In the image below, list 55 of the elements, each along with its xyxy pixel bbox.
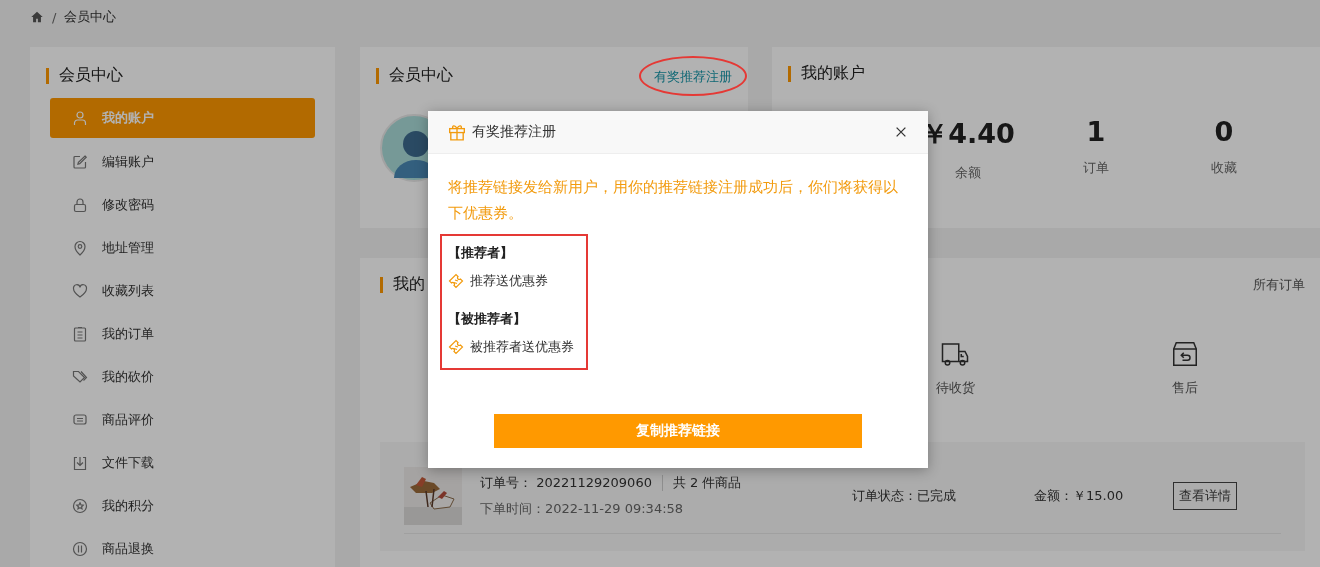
sidebar-item[interactable]: 商品评价 — [50, 398, 315, 441]
sidebar-item[interactable]: 文件下载 — [50, 441, 315, 484]
download-icon — [72, 454, 88, 471]
sidebar-item[interactable]: 商品退换 — [50, 527, 315, 567]
order-time: 下单时间：2022-11-29 09:34:58 — [480, 500, 685, 518]
sidebar-item[interactable]: 修改密码 — [50, 183, 315, 226]
view-details-button[interactable]: 查看详情 — [1173, 482, 1237, 510]
panel-title: 会员中心 — [59, 65, 123, 86]
clipboard-icon — [72, 325, 88, 342]
breadcrumb-separator: / — [52, 9, 57, 25]
coupon-label: 推荐送优惠券 — [470, 272, 548, 290]
sidebar-item[interactable]: 我的砍价 — [50, 355, 315, 398]
return-box-icon — [1170, 339, 1200, 369]
dialog-message: 将推荐链接发给新用户，用你的推荐链接注册成功后，你们将获得以下优惠券。 — [448, 177, 899, 224]
close-button[interactable] — [894, 125, 908, 139]
dialog-title: 有奖推荐注册 — [472, 123, 557, 141]
tags-icon — [72, 368, 88, 385]
location-pin-icon — [72, 239, 88, 256]
card-title: 会员中心 — [389, 65, 453, 86]
coupon-label: 被推荐者送优惠券 — [470, 338, 574, 356]
sidebar-item[interactable]: 收藏列表 — [50, 269, 315, 312]
group-heading: 【被推荐者】 — [448, 310, 527, 328]
card-title: 我的 — [393, 274, 425, 295]
order-amount: 金额：￥15.00 — [1034, 487, 1125, 505]
user-icon — [72, 110, 88, 126]
stat-label: 余额 — [955, 164, 981, 182]
order-number: 订单号： 20221129209060 — [480, 474, 652, 492]
stat-value: 0 — [1214, 116, 1234, 147]
all-orders-link[interactable]: 所有订单 — [1253, 275, 1305, 294]
sidebar-item[interactable]: 编辑账户 — [50, 140, 315, 183]
group-heading: 【推荐者】 — [448, 244, 514, 262]
stat-value: 1 — [1086, 116, 1106, 147]
status-label[interactable]: 待收货 — [935, 379, 975, 397]
gift-icon — [448, 123, 466, 141]
order-status: 订单状态：已完成 — [852, 487, 957, 505]
comment-icon — [72, 411, 88, 428]
item-count: 共 2 件商品 — [672, 474, 742, 492]
close-icon — [894, 125, 908, 139]
sidebar-item[interactable]: 我的订单 — [50, 312, 315, 355]
card-title: 我的账户 — [801, 63, 865, 84]
stat-label: 订单 — [1083, 159, 1109, 177]
home-icon — [30, 10, 44, 24]
heart-icon — [72, 282, 88, 299]
exchange-icon — [72, 540, 88, 557]
breadcrumb-link[interactable]: 会员中心 — [64, 8, 117, 26]
sidebar-item[interactable]: 地址管理 — [50, 226, 315, 269]
stat-value: ￥4.40 — [921, 117, 1015, 151]
star-badge-icon — [72, 497, 88, 514]
lock-icon — [72, 196, 88, 213]
status-label[interactable]: 售后 — [1172, 379, 1198, 397]
edit-icon — [72, 153, 88, 170]
coupon-icon — [448, 339, 464, 355]
stat-label: 收藏 — [1211, 159, 1237, 177]
sidebar-item[interactable]: 我的积分 — [50, 484, 315, 527]
coupon-icon — [448, 273, 464, 289]
